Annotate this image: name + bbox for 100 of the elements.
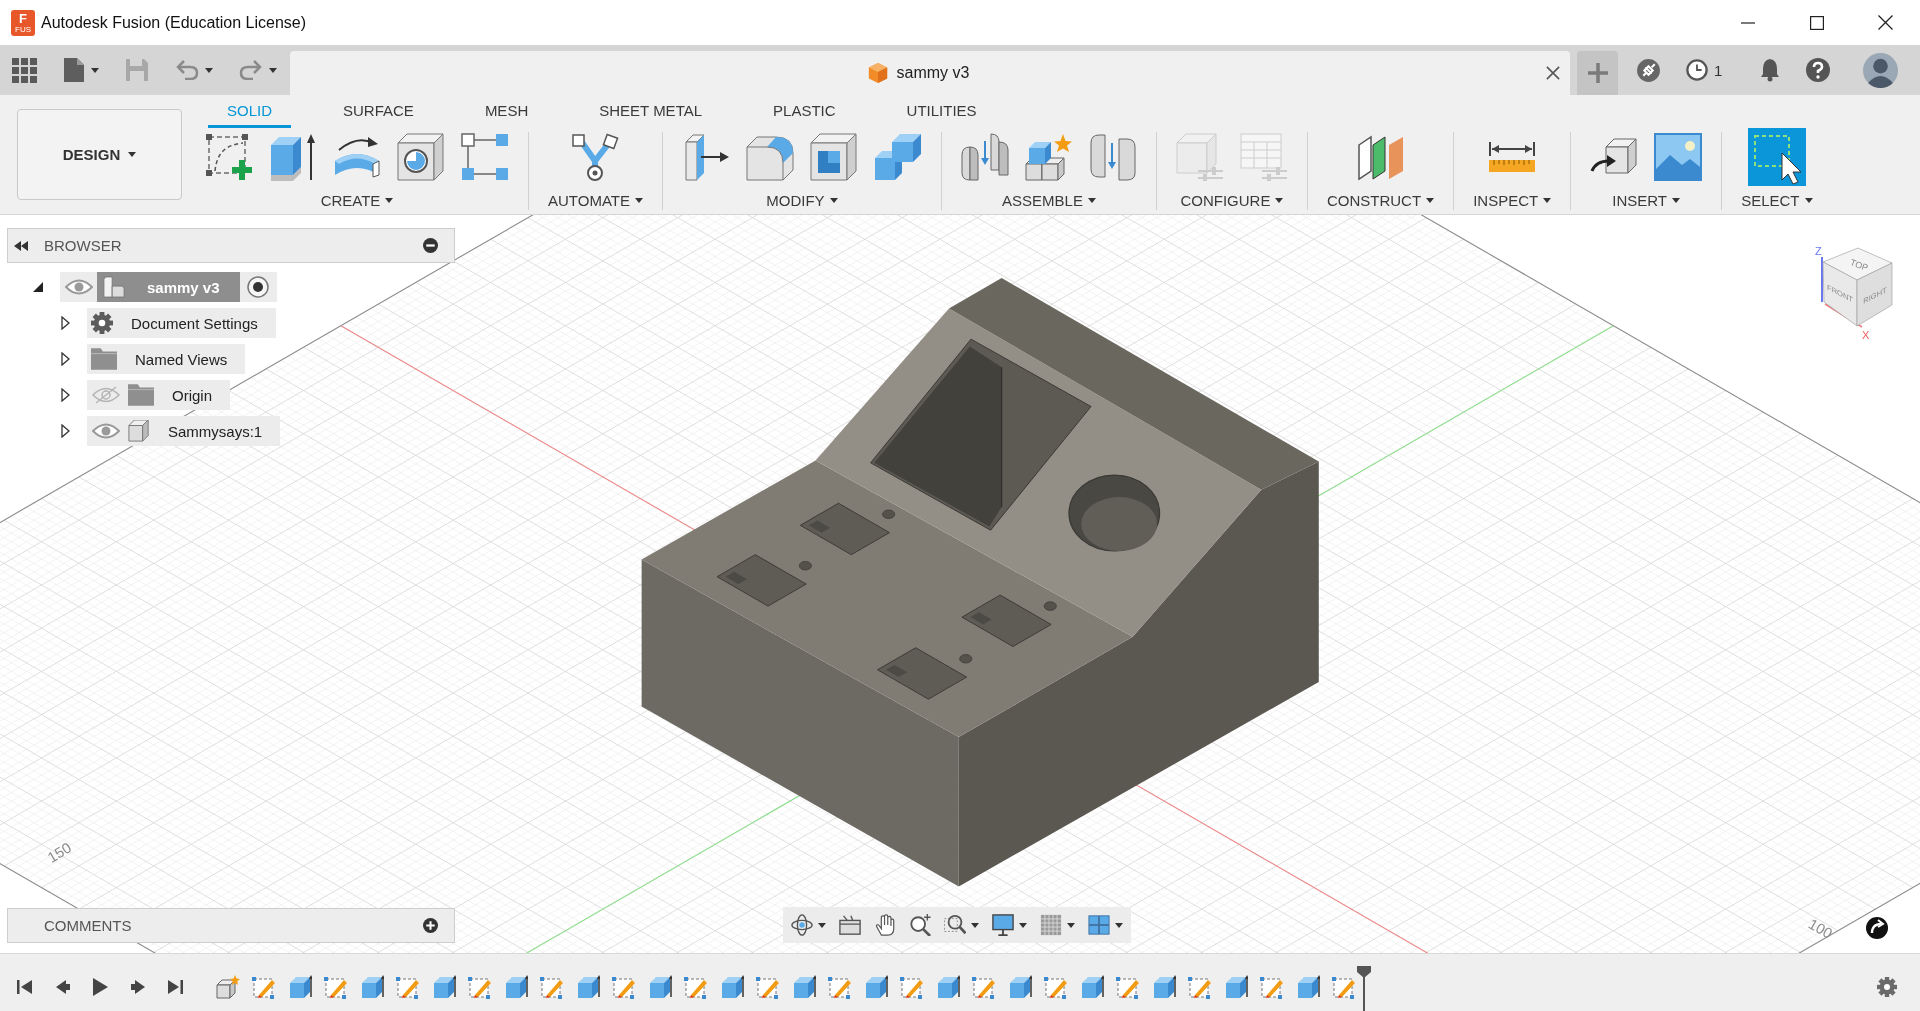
extrude-icon[interactable] [432,974,456,999]
caret-icon[interactable] [818,922,826,928]
extrude-icon[interactable] [1008,974,1032,999]
caret-icon[interactable] [128,152,137,157]
caret-icon[interactable] [634,197,643,203]
extrude-icon[interactable] [504,974,528,999]
plug-icon[interactable] [1636,57,1661,83]
extrude-icon[interactable] [288,974,312,999]
visibility-toggle[interactable] [60,272,97,302]
tree-item[interactable]: Sammysays:1 [124,416,281,446]
caret-icon[interactable] [1115,922,1123,928]
document-tab[interactable]: sammy v3 [290,51,1570,95]
tree-item[interactable]: Origin [124,380,230,410]
extrude-icon[interactable] [864,974,888,999]
sketch-plus-icon[interactable] [205,133,253,181]
shell-icon[interactable] [809,133,858,181]
tree-item[interactable]: Named Views [87,344,246,374]
caret-icon[interactable] [1426,197,1435,203]
tool-group-menu[interactable]: INSERT [1612,190,1680,210]
cube-star-icon[interactable] [216,974,240,999]
caret-icon[interactable] [205,67,213,73]
sketch-icon[interactable] [828,974,852,999]
sketch-icon[interactable] [612,974,636,999]
caret-icon[interactable] [1275,197,1284,203]
tv-icon[interactable] [839,914,861,936]
toolbar-tab[interactable]: SHEET METAL [580,95,722,128]
expand-arrow-icon[interactable] [61,424,70,438]
select-cursor-icon[interactable] [1747,128,1806,186]
ruler-icon[interactable] [1488,141,1537,173]
viewports-icon[interactable] [1088,914,1110,936]
extrude-icon[interactable] [360,974,384,999]
tool-group-menu[interactable]: CREATE [320,190,394,210]
monitor-icon[interactable] [992,914,1014,936]
visibility-toggle[interactable] [87,380,124,410]
maximize-icon[interactable] [1809,15,1824,30]
toolbar-tab[interactable]: UTILITIES [887,95,996,128]
extrude-icon[interactable] [648,974,672,999]
double-arrow-icon[interactable] [14,240,28,251]
tool-group-menu[interactable]: AUTOMATE [548,190,643,210]
tool-group-menu[interactable]: CONFIGURE [1180,190,1284,210]
activate-button[interactable] [239,272,277,302]
caret-icon[interactable] [829,197,838,203]
sketch-icon[interactable] [324,974,348,999]
tool-group-menu[interactable]: MODIFY [766,190,838,210]
image-icon[interactable] [1654,133,1703,181]
caret-icon[interactable] [1804,197,1813,203]
extrude-icon[interactable] [1296,974,1320,999]
extrude-icon[interactable] [1224,974,1248,999]
tool-group-menu[interactable]: CONSTRUCT [1326,190,1435,210]
workspace-switcher[interactable]: DESIGN [17,109,182,200]
avatar-icon[interactable] [1863,52,1899,88]
bell-icon[interactable] [1760,58,1781,82]
sketch-icon[interactable] [900,974,924,999]
extrude-icon[interactable] [720,974,744,999]
caret-icon[interactable] [1672,197,1680,203]
expand-arrow-icon[interactable] [61,352,70,366]
extrude-icon[interactable] [269,133,317,181]
caret-icon[interactable] [1087,197,1096,203]
tree-item[interactable]: Document Settings [87,308,276,338]
expand-arrow-icon[interactable] [61,316,70,330]
sketch-icon[interactable] [756,974,780,999]
sketch-icon[interactable] [1116,974,1140,999]
help-icon[interactable] [1806,58,1831,82]
sketch-icon[interactable] [684,974,708,999]
orbit-icon[interactable] [791,914,813,936]
plus-circle-icon[interactable] [423,918,438,933]
caret-icon[interactable] [385,197,394,203]
sketch-icon[interactable] [972,974,996,999]
extrude-icon[interactable] [576,974,600,999]
caret-icon[interactable] [91,67,99,73]
planes-icon[interactable] [1356,133,1405,181]
minus-circle-icon[interactable] [423,238,438,253]
extrude-icon[interactable] [792,974,816,999]
play-icon[interactable] [90,976,110,997]
toolbar-tab[interactable]: SURFACE [324,95,433,128]
job-status-button[interactable]: 1 [1686,59,1723,81]
expand-arrow-icon[interactable] [61,388,70,402]
hand-icon[interactable] [874,914,896,936]
toolbar-tab[interactable]: PLASTIC [754,95,855,128]
sketch-icon[interactable] [1188,974,1212,999]
settings-icon[interactable] [1877,976,1897,997]
minimize-icon[interactable] [1740,21,1755,24]
expand-arrow-icon[interactable] [33,282,43,292]
visibility-toggle[interactable] [87,416,124,446]
node-graph-icon[interactable] [571,133,620,181]
tool-group-menu[interactable]: SELECT [1741,190,1813,210]
apps-grid-icon[interactable] [12,57,37,83]
caret-icon[interactable] [1019,922,1027,928]
sketch-icon[interactable] [1260,974,1284,999]
close-icon[interactable] [1546,66,1560,80]
extrude-icon[interactable] [1080,974,1104,999]
bracket-joint-icon[interactable] [1088,133,1137,181]
hole-icon[interactable] [397,133,445,181]
caret-icon[interactable] [1067,922,1075,928]
caret-icon[interactable] [971,922,979,928]
toolbar-tab[interactable]: MESH [465,95,548,128]
sketch-icon[interactable] [1044,974,1068,999]
close-icon[interactable] [1878,15,1893,30]
cubes-star-icon[interactable] [1024,133,1073,181]
sketch-icon[interactable] [1332,974,1356,999]
